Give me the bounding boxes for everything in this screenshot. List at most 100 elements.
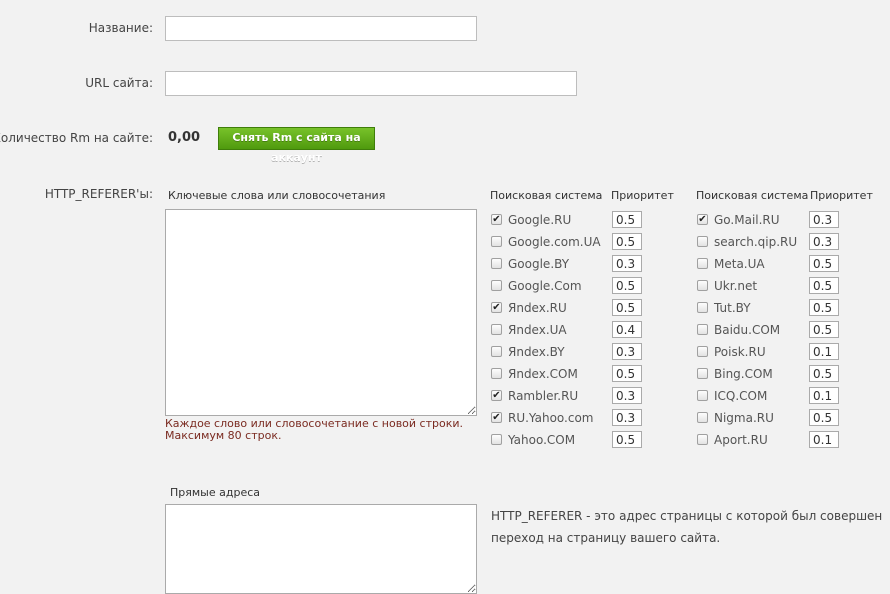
priority-input[interactable] — [612, 321, 642, 338]
priority-input[interactable] — [612, 409, 642, 426]
engine-name: Nigma.RU — [714, 411, 774, 425]
engine-checkbox[interactable] — [697, 258, 708, 269]
engine-row-left: ✔ Яndex.RU — [491, 299, 644, 318]
engine-name: Bing.COM — [714, 367, 773, 381]
engine-checkbox[interactable] — [491, 434, 502, 445]
engine-name: Aport.RU — [714, 433, 768, 447]
engine-checkbox[interactable] — [697, 368, 708, 379]
engine-checkbox[interactable] — [491, 280, 502, 291]
engine-row-right: Bing.COM — [697, 365, 841, 384]
engine-checkbox[interactable] — [491, 258, 502, 269]
engine-checkbox[interactable] — [697, 280, 708, 291]
engines-right-header: Поисковая система — [696, 189, 809, 202]
engine-checkbox[interactable] — [491, 236, 502, 247]
engine-name: Яndex.COM — [508, 367, 578, 381]
engine-checkbox[interactable]: ✔ — [491, 214, 502, 225]
referer-label: HTTP_REFERER'ы: — [44, 187, 153, 201]
engine-row-left: Yahoo.COM — [491, 431, 644, 450]
url-input[interactable] — [165, 71, 577, 96]
url-label: URL сайта: — [85, 76, 153, 90]
keywords-hint-line2: Максимум 80 строк. — [165, 429, 282, 442]
engines-left-header: Поисковая система — [490, 189, 603, 202]
engine-name: Яndex.BY — [508, 345, 565, 359]
engine-row-left: Яndex.COM — [491, 365, 644, 384]
priority-input[interactable] — [809, 387, 839, 404]
priority-input[interactable] — [809, 299, 839, 316]
priority-input[interactable] — [612, 431, 642, 448]
rm-amount-value: 0,00 — [168, 130, 201, 145]
engine-name: Rambler.RU — [508, 389, 579, 403]
direct-addresses-textarea[interactable] — [165, 504, 477, 594]
priority-input[interactable] — [809, 343, 839, 360]
referer-description: HTTP_REFERER - это адрес страницы с кото… — [491, 505, 882, 549]
engine-name: Google.RU — [508, 213, 572, 227]
engine-row-right: Baidu.COM — [697, 321, 841, 340]
priority-input[interactable] — [612, 343, 642, 360]
engine-checkbox[interactable] — [697, 412, 708, 423]
engine-name: search.qip.RU — [714, 235, 798, 249]
engine-checkbox[interactable]: ✔ — [491, 390, 502, 401]
engine-row-right: ICQ.COM — [697, 387, 841, 406]
rm-amount-label: Количество Rm на сайте: — [0, 131, 153, 145]
engine-checkbox[interactable]: ✔ — [697, 214, 708, 225]
engine-name: Google.BY — [508, 257, 570, 271]
priority-input[interactable] — [809, 211, 839, 228]
engine-row-left: Google.BY — [491, 255, 644, 274]
priority-input[interactable] — [612, 277, 642, 294]
engine-row-left: Яndex.BY — [491, 343, 644, 362]
engine-checkbox[interactable] — [697, 346, 708, 357]
engine-name: Go.Mail.RU — [714, 213, 780, 227]
engine-name: Google.Com — [508, 279, 582, 293]
engine-name: Yahoo.COM — [508, 433, 576, 447]
name-label: Название: — [88, 21, 153, 35]
engine-row-right: Meta.UA — [697, 255, 841, 274]
priority-right-header: Приоритет — [810, 189, 873, 202]
engine-name: Poisk.RU — [714, 345, 766, 359]
priority-input[interactable] — [809, 255, 839, 272]
priority-input[interactable] — [809, 409, 839, 426]
engine-name: Яndex.RU — [508, 301, 567, 315]
engine-checkbox[interactable] — [697, 236, 708, 247]
name-input[interactable] — [165, 16, 477, 41]
engine-checkbox[interactable] — [491, 368, 502, 379]
withdraw-rm-button[interactable]: Снять Rm с сайта на аккаунт — [218, 127, 375, 164]
priority-input[interactable] — [612, 233, 642, 250]
keywords-hint: Каждое слово или словосочетание с новой … — [165, 418, 463, 442]
priority-input[interactable] — [809, 277, 839, 294]
engine-name: Tut.BY — [714, 301, 751, 315]
engine-row-right: Tut.BY — [697, 299, 841, 318]
engine-name: Baidu.COM — [714, 323, 781, 337]
priority-left-header: Приоритет — [611, 189, 674, 202]
priority-input[interactable] — [612, 211, 642, 228]
engine-checkbox[interactable] — [491, 324, 502, 335]
engine-row-right: search.qip.RU — [697, 233, 841, 252]
priority-input[interactable] — [612, 255, 642, 272]
engine-name: RU.Yahoo.com — [508, 411, 594, 425]
keywords-textarea[interactable] — [165, 209, 477, 416]
direct-addresses-label: Прямые адреса — [170, 486, 261, 499]
engine-checkbox[interactable] — [697, 302, 708, 313]
engine-checkbox[interactable] — [697, 390, 708, 401]
engine-checkbox[interactable] — [697, 434, 708, 445]
referer-description-line2: переход на страницу вашего сайта. — [491, 531, 721, 545]
engine-row-left: ✔ RU.Yahoo.com — [491, 409, 644, 428]
referer-description-line1: HTTP_REFERER - это адрес страницы с кото… — [491, 509, 883, 523]
engine-checkbox[interactable]: ✔ — [491, 412, 502, 423]
priority-input[interactable] — [612, 299, 642, 316]
engine-row-left: ✔ Google.RU — [491, 211, 644, 230]
priority-input[interactable] — [809, 365, 839, 382]
priority-input[interactable] — [809, 431, 839, 448]
engine-row-right: Ukr.net — [697, 277, 841, 296]
engine-name: Ukr.net — [714, 279, 758, 293]
priority-input[interactable] — [809, 233, 839, 250]
engine-row-right: ✔ Go.Mail.RU — [697, 211, 841, 230]
engine-checkbox[interactable]: ✔ — [491, 302, 502, 313]
engine-name: Meta.UA — [714, 257, 765, 271]
engine-checkbox[interactable] — [697, 324, 708, 335]
priority-input[interactable] — [612, 387, 642, 404]
priority-input[interactable] — [612, 365, 642, 382]
priority-input[interactable] — [809, 321, 839, 338]
engine-row-left: Google.Com — [491, 277, 644, 296]
engine-name: Яndex.UA — [508, 323, 567, 337]
engine-checkbox[interactable] — [491, 346, 502, 357]
